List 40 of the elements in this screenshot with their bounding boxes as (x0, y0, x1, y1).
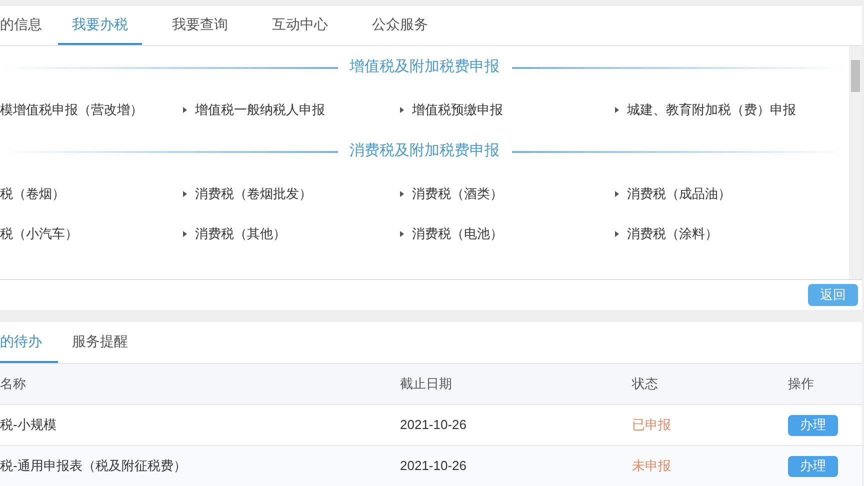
menu-link[interactable]: 消费税（电池） (412, 224, 503, 244)
tab[interactable]: 公众服务 (358, 6, 442, 45)
caret-icon (615, 190, 619, 197)
status-text: 未申报 (632, 457, 672, 476)
table-cell-text: 2021-10-26 (400, 457, 468, 476)
menu-link[interactable]: 税（卷烟） (0, 184, 65, 204)
menu-link[interactable]: 消费税（其他） (195, 224, 286, 244)
menu-link[interactable]: 城建、教育附加税（费）申报 (627, 100, 796, 120)
menu-link[interactable]: 消费税（酒类） (412, 184, 503, 204)
menu-link[interactable]: 消费税（涂料） (627, 224, 718, 244)
caret-icon (615, 230, 619, 237)
scrollbar[interactable] (849, 46, 862, 279)
table-cell-text: 税-通用申报表（税及附征税费） (0, 457, 188, 476)
menu-link[interactable]: 消费税（卷烟批发） (195, 184, 312, 204)
caret-icon (183, 230, 187, 237)
column-header: 操作 (788, 375, 815, 394)
section-title: 消费税及附加税费申报 (348, 141, 500, 162)
tab[interactable]: 互动中心 (258, 6, 342, 45)
caret-icon (183, 190, 187, 197)
tab[interactable]: 服务提醒 (58, 322, 142, 363)
column-header: 状态 (632, 375, 659, 394)
menu-link[interactable]: 模增值税申报（营改增） (0, 100, 143, 120)
table-cell-text: 税-小规模 (0, 416, 58, 434)
table-cell-text: 2021-10-26 (400, 416, 468, 434)
caret-icon (400, 106, 404, 113)
column-header: 名称 (0, 375, 27, 394)
status-text: 已申报 (632, 416, 672, 434)
menu-link[interactable]: 增值税一般纳税人申报 (195, 100, 325, 120)
caret-icon (400, 190, 404, 197)
section-title: 增值税及附加税费申报 (348, 57, 500, 78)
tab[interactable]: 的信息 (0, 6, 58, 45)
menu-link[interactable]: 增值税预缴申报 (412, 100, 503, 120)
menu-link[interactable]: 税（小汽车） (0, 224, 78, 244)
column-header: 截止日期 (400, 375, 453, 394)
caret-icon (400, 230, 404, 237)
caret-icon (615, 106, 619, 113)
caret-icon (183, 106, 187, 113)
tab[interactable]: 我要查询 (158, 6, 242, 45)
tab[interactable]: 我要办税 (58, 6, 142, 45)
menu-link[interactable]: 消费税（成品油） (627, 184, 731, 204)
